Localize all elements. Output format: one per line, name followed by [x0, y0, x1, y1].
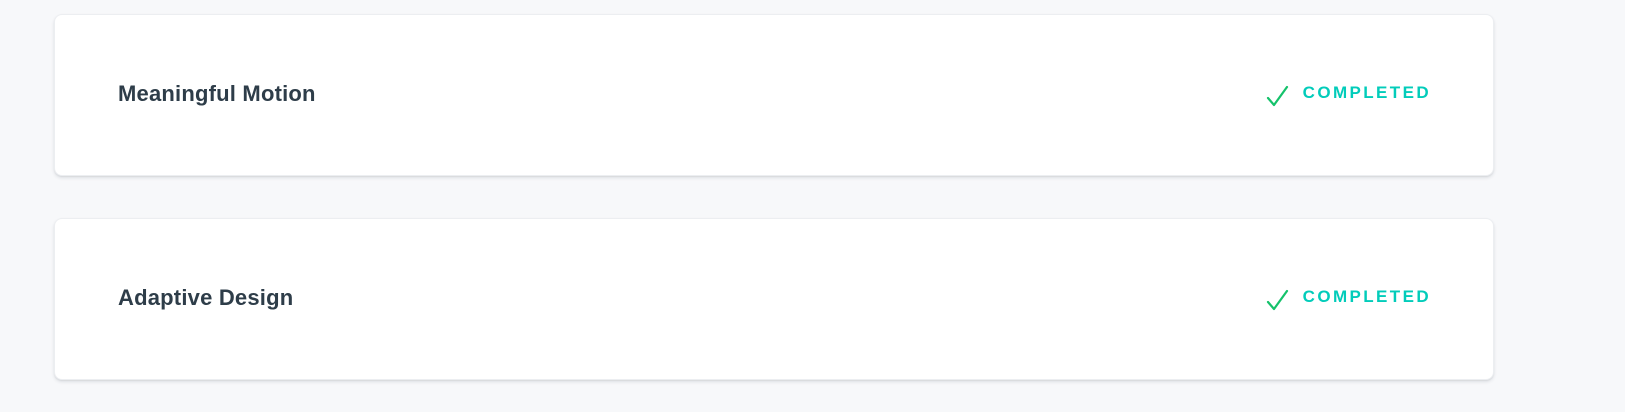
status-label: COMPLETED: [1302, 83, 1431, 102]
lesson-card[interactable]: Adaptive Design COMPLETED: [54, 218, 1494, 380]
status-label: COMPLETED: [1302, 287, 1431, 306]
lesson-title: Meaningful Motion: [118, 81, 316, 106]
check-icon: [1265, 83, 1293, 111]
lesson-title: Adaptive Design: [118, 285, 294, 310]
lesson-card[interactable]: Meaningful Motion COMPLETED: [54, 14, 1494, 176]
check-icon: [1265, 287, 1293, 315]
completion-status: COMPLETED: [1265, 285, 1431, 313]
completion-status: COMPLETED: [1265, 81, 1431, 109]
